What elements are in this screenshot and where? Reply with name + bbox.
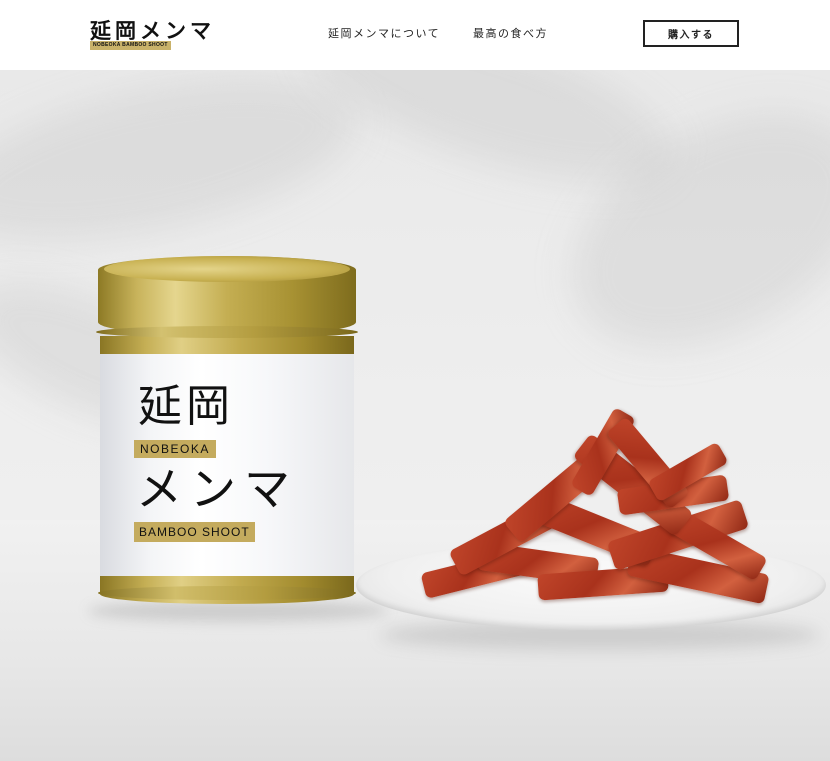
site-logo[interactable]: 延岡メンマ NOBEOKA BAMBOO SHOOT: [90, 19, 230, 53]
can-label: 延岡 NOBEOKA メンマ BAMBOO SHOOT: [100, 354, 354, 576]
product-can: 延岡 NOBEOKA メンマ BAMBOO SHOOT: [96, 256, 358, 612]
can-label-title: 延岡: [138, 381, 234, 432]
buy-button[interactable]: 購入する: [643, 20, 739, 47]
leaf-shadow: [0, 70, 370, 273]
logo-text: 延岡メンマ: [90, 19, 215, 43]
can-lid-top: [104, 256, 350, 282]
site-header: 延岡メンマ NOBEOKA BAMBOO SHOOT 延岡メンマについて 最高の…: [0, 0, 830, 70]
can-label-menma: メンマ: [136, 462, 298, 516]
menma-pile: [418, 407, 778, 620]
nav-link-about[interactable]: 延岡メンマについて: [328, 27, 440, 41]
can-label-tag-bamboo: BAMBOO SHOOT: [134, 522, 255, 542]
hero-image: 延岡 NOBEOKA メンマ BAMBOO SHOOT: [0, 70, 830, 761]
nav-link-how-to-eat[interactable]: 最高の食べ方: [473, 27, 548, 41]
can-label-tag-nobeoka: NOBEOKA: [134, 440, 216, 458]
logo-subtitle: NOBEOKA BAMBOO SHOOT: [90, 41, 171, 50]
can-bottom-ring: [98, 586, 356, 600]
can-lid-rim: [96, 326, 358, 338]
